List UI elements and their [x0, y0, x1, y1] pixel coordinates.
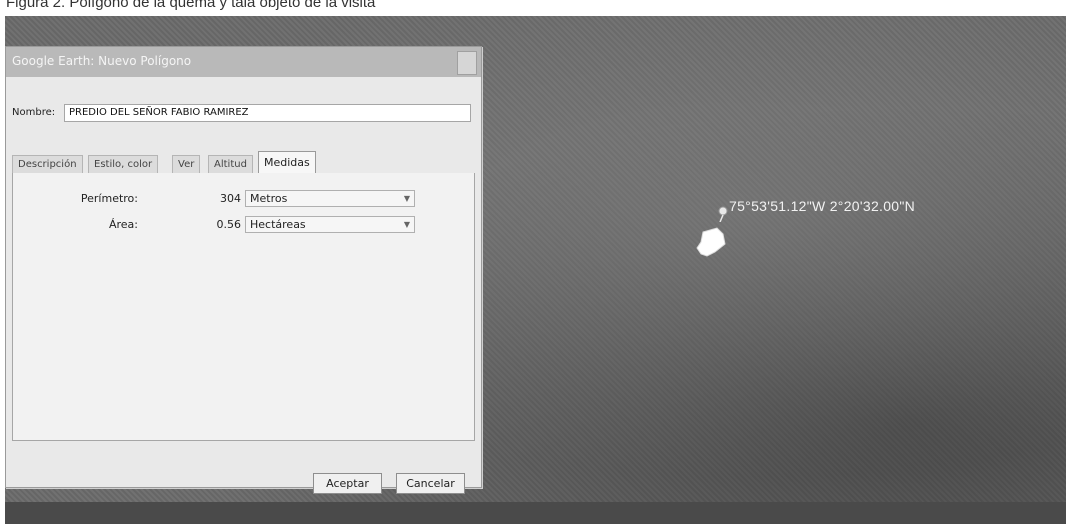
dialog-title: Google Earth: Nuevo Polígono [12, 54, 192, 68]
tab-ver[interactable]: Ver [172, 155, 201, 173]
chevron-down-icon: ▼ [403, 194, 410, 203]
dialog-titlebar[interactable]: Google Earth: Nuevo Polígono [6, 47, 481, 77]
area-unit-select[interactable]: Hectáreas ▼ [245, 216, 415, 233]
perimeter-label: Perímetro: [80, 192, 138, 205]
tab-medidas[interactable]: Medidas [258, 151, 316, 174]
name-row: Nombre: PREDIO DEL SEÑOR FABIO RAMIREZ [12, 104, 475, 124]
area-row: Área: 0.56 Hectáreas ▼ [13, 216, 474, 234]
area-unit-value: Hectáreas [250, 218, 306, 231]
area-value: 0.56 [216, 218, 242, 231]
close-button[interactable] [457, 51, 477, 75]
accept-button[interactable]: Aceptar [313, 473, 382, 494]
tab-estilo-color[interactable]: Estilo, color [88, 155, 159, 173]
taskbar [5, 502, 1066, 524]
area-label: Área: [108, 218, 138, 231]
measurements-panel: Perímetro: 304 Metros ▼ Área: 0.56 Hectá… [12, 173, 475, 441]
name-label: Nombre: [12, 107, 56, 118]
name-field[interactable]: PREDIO DEL SEÑOR FABIO RAMIREZ [64, 104, 471, 122]
coordinates-label: 75°53'51.12"W 2°20'32.00"N [729, 198, 916, 214]
figure-caption: Figura 2. Polígono de la quema y tala ob… [6, 0, 376, 11]
polygon-shape[interactable] [693, 226, 727, 258]
google-earth-window: 75°53'51.12"W 2°20'32.00"N Google Earth:… [5, 16, 1066, 524]
dialog-tabs: Descripción Estilo, color Ver Altitud Me… [12, 151, 475, 174]
pushpin-icon[interactable] [717, 206, 729, 222]
chevron-down-icon: ▼ [403, 220, 410, 229]
cancel-button[interactable]: Cancelar [396, 473, 465, 494]
perimeter-row: Perímetro: 304 Metros ▼ [13, 190, 474, 208]
perimeter-value: 304 [220, 192, 241, 205]
tab-altitud[interactable]: Altitud [208, 155, 253, 173]
perimeter-unit-select[interactable]: Metros ▼ [245, 190, 415, 207]
tab-descripcion[interactable]: Descripción [12, 155, 83, 173]
perimeter-unit-value: Metros [250, 192, 288, 205]
new-polygon-dialog: Google Earth: Nuevo Polígono Nombre: PRE… [5, 46, 482, 494]
